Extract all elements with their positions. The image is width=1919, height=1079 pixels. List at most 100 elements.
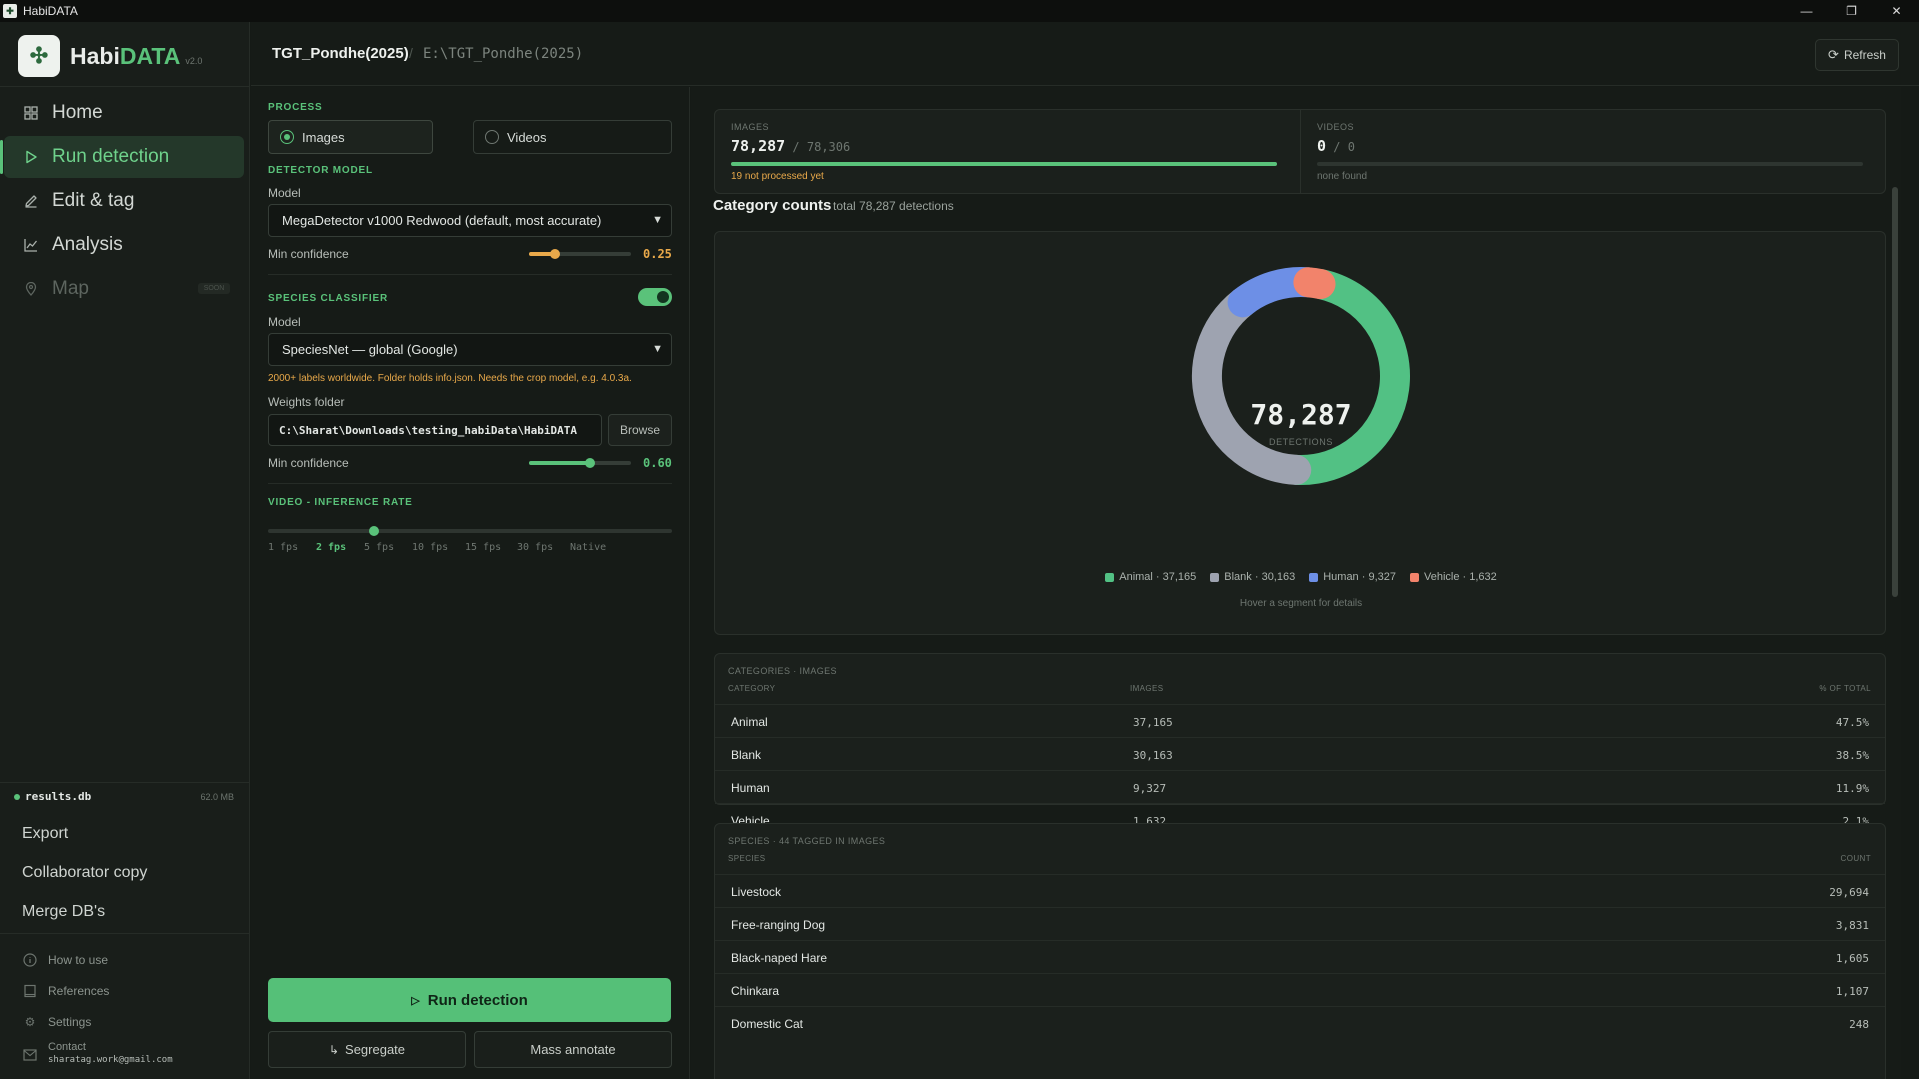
- classifier-toggle[interactable]: [638, 288, 672, 306]
- sidebar-item-home[interactable]: Home: [4, 92, 244, 134]
- detector-conf-slider[interactable]: [529, 245, 631, 261]
- table-row[interactable]: Human 9,327 11.9%: [715, 770, 1885, 803]
- refresh-button[interactable]: ⟳ Refresh: [1815, 39, 1899, 71]
- classifier-model-label: Model: [268, 315, 301, 329]
- merge-dbs-button[interactable]: Merge DB's: [22, 892, 147, 931]
- play-icon: [22, 148, 40, 166]
- column-header-count: COUNT: [1840, 854, 1871, 863]
- divider: [1300, 110, 1301, 193]
- sidebar-item-analysis[interactable]: Analysis: [4, 224, 244, 266]
- legend-swatch: [1105, 572, 1115, 582]
- collaborator-copy-button[interactable]: Collaborator copy: [22, 853, 147, 892]
- video-rate-title: VIDEO - INFERENCE RATE: [268, 497, 413, 508]
- fps-labels: 1 fps 2 fps 5 fps 10 fps 15 fps 30 fps Native: [268, 542, 672, 556]
- detector-title: DETECTOR MODEL: [268, 165, 373, 176]
- radio-circle: [280, 130, 294, 144]
- images-stat-label: IMAGES: [731, 122, 770, 132]
- images-radio[interactable]: Images: [268, 120, 433, 154]
- table-row[interactable]: Animal 37,165 47.5%: [715, 704, 1885, 737]
- export-button[interactable]: Export: [22, 814, 147, 853]
- db-status: results.db 62.0 MB: [14, 790, 234, 803]
- category-percent: 11.9%: [1835, 782, 1869, 795]
- classifier-conf-value: 0.60: [643, 456, 672, 470]
- species-count: 1,107: [1835, 985, 1869, 998]
- slider-track: [268, 529, 672, 533]
- species-name: Domestic Cat: [731, 1017, 804, 1031]
- breadcrumb-separator: /: [409, 45, 413, 61]
- sidebar-item-run-detection[interactable]: Run detection: [0, 136, 244, 178]
- divider: [268, 483, 672, 484]
- slider-thumb[interactable]: [549, 249, 560, 259]
- slider-thumb[interactable]: [585, 458, 596, 468]
- classifier-model-select[interactable]: SpeciesNet — global (Google) ▼: [268, 333, 672, 366]
- legend-item: Vehicle · 1,632: [1409, 571, 1497, 583]
- table-row[interactable]: Livestock 29,694: [715, 874, 1885, 907]
- category-counts-subtitle: total 78,287 detections: [833, 199, 954, 213]
- fps-option[interactable]: 10 fps: [412, 542, 448, 553]
- sidebar-item-label: Run detection: [52, 146, 170, 167]
- table-row[interactable]: Blank 30,163 38.5%: [715, 737, 1885, 770]
- images-stat-note: 19 not processed yet: [731, 171, 824, 182]
- logo-icon: ✣: [18, 35, 60, 77]
- fps-slider[interactable]: [268, 522, 672, 538]
- grid-icon: [22, 104, 40, 122]
- mail-icon: [22, 1047, 38, 1063]
- classifier-conf-slider[interactable]: [529, 454, 631, 470]
- weights-folder-input[interactable]: C:\Sharat\Downloads\testing_habiData\Hab…: [268, 414, 602, 446]
- segregate-button[interactable]: ↳ Segregate: [268, 1031, 466, 1068]
- fps-option[interactable]: 5 fps: [364, 542, 394, 553]
- references-link[interactable]: References: [22, 975, 173, 1006]
- settings-link[interactable]: ⚙ Settings: [22, 1006, 173, 1037]
- donut-segment-vehicle[interactable]: [1293, 267, 1336, 300]
- soon-badge: SOON: [198, 283, 230, 294]
- browse-button[interactable]: Browse: [608, 414, 672, 446]
- videos-progress-bar: [1317, 162, 1863, 166]
- species-name: Chinkara: [731, 984, 780, 998]
- sidebar-item-edit-tag[interactable]: Edit & tag: [4, 180, 244, 222]
- db-status-dot: [14, 793, 20, 800]
- category-name: Blank: [731, 748, 762, 762]
- restore-button[interactable]: ❐: [1829, 0, 1874, 22]
- species-table: SPECIES · 44 TAGGED IN IMAGES SPECIES CO…: [714, 823, 1886, 1079]
- contact-link[interactable]: Contact sharatag.work@gmail.com: [22, 1041, 173, 1065]
- table-row[interactable]: Black-naped Hare 1,605: [715, 940, 1885, 973]
- fps-option[interactable]: 30 fps: [517, 542, 553, 553]
- table-row[interactable]: Chinkara 1,107: [715, 973, 1885, 1006]
- how-to-use-link[interactable]: How to use: [22, 944, 173, 975]
- table-row[interactable]: Free-ranging Dog 3,831: [715, 907, 1885, 940]
- fps-option[interactable]: 15 fps: [465, 542, 501, 553]
- minimize-button[interactable]: —: [1784, 0, 1829, 22]
- project-path: E:\TGT_Pondhe(2025): [423, 46, 584, 62]
- progress-fill: [731, 162, 1277, 166]
- videos-radio[interactable]: Videos: [473, 120, 672, 154]
- sidebar-item-label: Map: [52, 278, 89, 299]
- chart-legend: Animal · 37,165 Blank · 30,163 Human · 9,3…: [715, 571, 1887, 583]
- db-size: 62.0 MB: [200, 791, 234, 802]
- species-count: 248: [1849, 1018, 1869, 1031]
- brand: ✣ HabiDATA v2.0: [18, 35, 202, 77]
- segregate-icon: ↳: [328, 1042, 340, 1057]
- legend-label: Blank · 30,163: [1224, 571, 1296, 583]
- mass-annotate-button[interactable]: Mass annotate: [474, 1031, 672, 1068]
- slider-thumb[interactable]: [369, 526, 379, 536]
- chevron-down-icon: ▼: [652, 214, 663, 226]
- legend-label: Animal · 37,165: [1119, 571, 1197, 583]
- link-label: Settings: [48, 1014, 92, 1029]
- fps-option[interactable]: 2 fps: [316, 542, 346, 553]
- species-name: Livestock: [731, 885, 782, 899]
- sidebar-nav: Home Run detection Edit & tag Analysis M…: [0, 92, 244, 312]
- fps-option[interactable]: Native: [570, 542, 606, 553]
- run-detection-button[interactable]: ▷ Run detection: [268, 978, 671, 1022]
- donut-center-label: DETECTIONS: [1269, 437, 1333, 447]
- slider-fill: [529, 461, 591, 465]
- fps-option[interactable]: 1 fps: [268, 542, 298, 553]
- app-name: HabiDATA: [70, 42, 181, 69]
- scrollbar[interactable]: [1892, 187, 1898, 597]
- close-button[interactable]: ✕: [1874, 0, 1919, 22]
- title-bar: ✚ HabiDATA — ❐ ✕: [0, 0, 1919, 22]
- legend-label: Human · 9,327: [1323, 571, 1396, 583]
- hover-note: Hover a segment for details: [1239, 598, 1363, 609]
- detector-model-select[interactable]: MegaDetector v1000 Redwood (default, mos…: [268, 204, 672, 237]
- species-name: Black-naped Hare: [731, 951, 828, 965]
- table-row[interactable]: Domestic Cat 248: [715, 1006, 1885, 1039]
